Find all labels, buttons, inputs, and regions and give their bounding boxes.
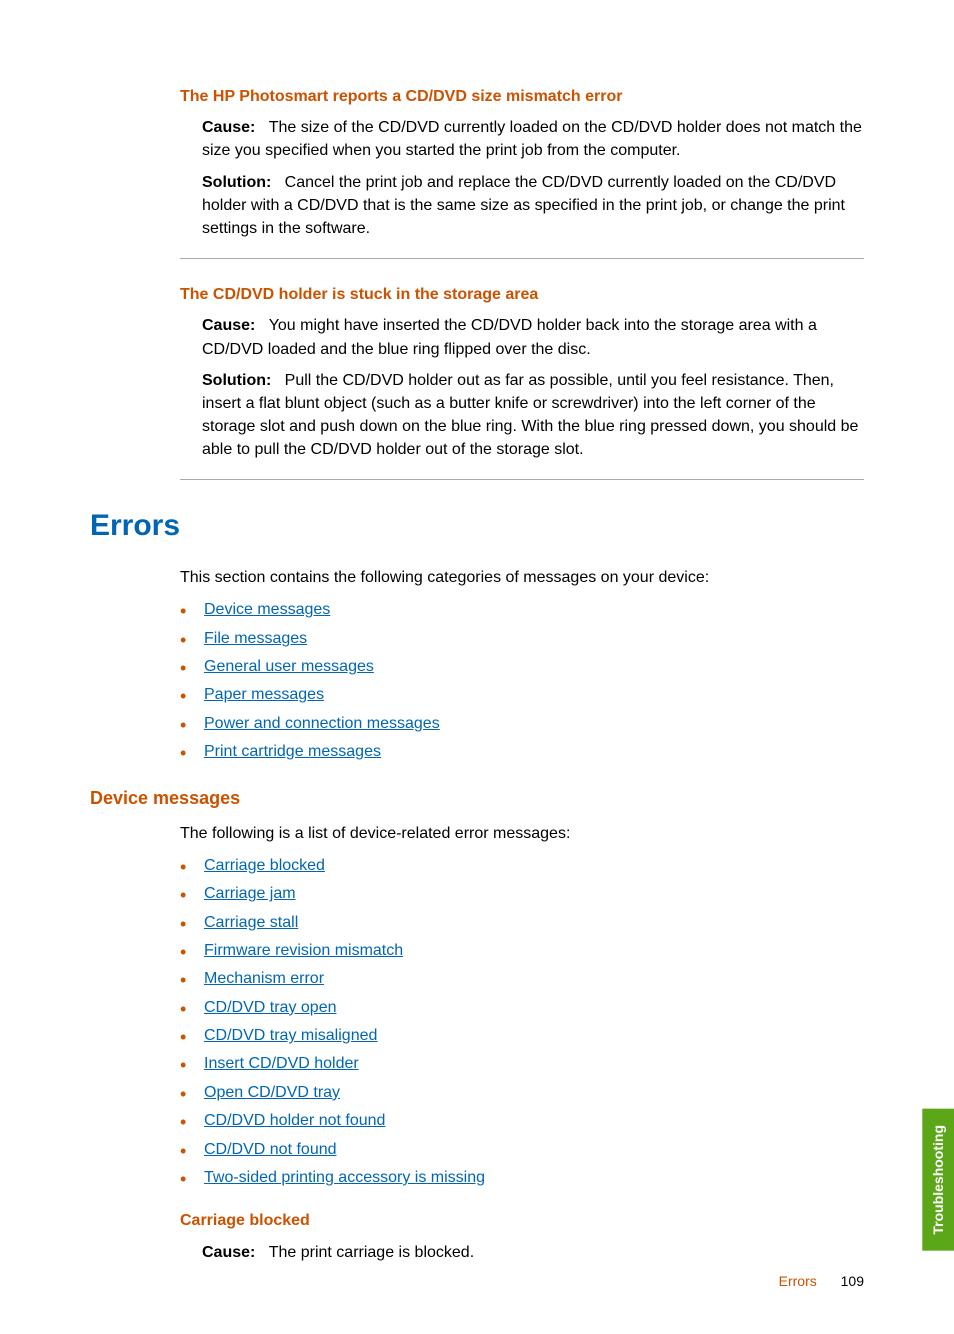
solution-text-2: Pull the CD/DVD holder out as far as pos… bbox=[202, 372, 858, 459]
solution-label: Solution: bbox=[202, 174, 271, 191]
link-carriage-jam[interactable]: Carriage jam bbox=[204, 885, 296, 902]
list-item: Two-sided printing accessory is missing bbox=[180, 1167, 864, 1189]
footer-page-number: 109 bbox=[841, 1273, 864, 1289]
cause-label-3: Cause: bbox=[202, 1244, 255, 1261]
link-print-cartridge-messages[interactable]: Print cartridge messages bbox=[204, 743, 381, 760]
link-paper-messages[interactable]: Paper messages bbox=[204, 686, 324, 703]
link-cddvd-holder-not-found[interactable]: CD/DVD holder not found bbox=[204, 1112, 385, 1129]
list-item: Carriage jam bbox=[180, 883, 864, 905]
heading-carriage-blocked: Carriage blocked bbox=[180, 1209, 864, 1232]
heading-device-messages: Device messages bbox=[90, 785, 864, 811]
solution-paragraph: Solution: Cancel the print job and repla… bbox=[202, 171, 864, 241]
cause-text-3: The print carriage is blocked. bbox=[269, 1244, 474, 1261]
list-item: Open CD/DVD tray bbox=[180, 1082, 864, 1104]
divider bbox=[180, 258, 864, 259]
divider-2 bbox=[180, 479, 864, 480]
link-two-sided-accessory-missing[interactable]: Two-sided printing accessory is missing bbox=[204, 1169, 485, 1186]
cause-paragraph-2: Cause: You might have inserted the CD/DV… bbox=[202, 314, 864, 360]
list-item: General user messages bbox=[180, 656, 864, 678]
list-item: CD/DVD not found bbox=[180, 1139, 864, 1161]
link-cddvd-tray-open[interactable]: CD/DVD tray open bbox=[204, 999, 337, 1016]
solution-text: Cancel the print job and replace the CD/… bbox=[202, 174, 845, 237]
side-tab-troubleshooting: Troubleshooting bbox=[922, 1109, 954, 1251]
cause-label: Cause: bbox=[202, 119, 255, 136]
list-item: Carriage stall bbox=[180, 912, 864, 934]
list-item: Mechanism error bbox=[180, 968, 864, 990]
link-device-messages[interactable]: Device messages bbox=[204, 601, 330, 618]
link-insert-cddvd-holder[interactable]: Insert CD/DVD holder bbox=[204, 1055, 359, 1072]
link-power-connection-messages[interactable]: Power and connection messages bbox=[204, 715, 440, 732]
list-item: File messages bbox=[180, 628, 864, 650]
list-item: CD/DVD tray open bbox=[180, 997, 864, 1019]
carriage-blocked-cause: Cause: The print carriage is blocked. bbox=[202, 1241, 864, 1264]
heading-holder-stuck: The CD/DVD holder is stuck in the storag… bbox=[180, 283, 864, 306]
list-item: Power and connection messages bbox=[180, 713, 864, 735]
device-messages-link-list: Carriage blocked Carriage jam Carriage s… bbox=[180, 855, 864, 1190]
list-item: CD/DVD tray misaligned bbox=[180, 1025, 864, 1047]
solution-paragraph-2: Solution: Pull the CD/DVD holder out as … bbox=[202, 369, 864, 462]
link-cddvd-not-found[interactable]: CD/DVD not found bbox=[204, 1141, 337, 1158]
list-item: Print cartridge messages bbox=[180, 741, 864, 763]
errors-intro: This section contains the following cate… bbox=[180, 566, 864, 589]
link-carriage-stall[interactable]: Carriage stall bbox=[204, 914, 298, 931]
footer-label: Errors bbox=[779, 1273, 817, 1289]
list-item: Paper messages bbox=[180, 684, 864, 706]
link-mechanism-error[interactable]: Mechanism error bbox=[204, 970, 324, 987]
solution-label-2: Solution: bbox=[202, 372, 271, 389]
list-item: Device messages bbox=[180, 599, 864, 621]
heading-errors: Errors bbox=[90, 504, 864, 548]
section-size-mismatch: The HP Photosmart reports a CD/DVD size … bbox=[180, 85, 864, 240]
list-item: Carriage blocked bbox=[180, 855, 864, 877]
link-firmware-revision-mismatch[interactable]: Firmware revision mismatch bbox=[204, 942, 403, 959]
list-item: CD/DVD holder not found bbox=[180, 1110, 864, 1132]
page-footer: Errors 109 bbox=[779, 1271, 864, 1291]
cause-label-2: Cause: bbox=[202, 317, 255, 334]
cause-text-2: You might have inserted the CD/DVD holde… bbox=[202, 317, 817, 357]
list-item: Insert CD/DVD holder bbox=[180, 1053, 864, 1075]
link-general-user-messages[interactable]: General user messages bbox=[204, 658, 374, 675]
device-messages-intro: The following is a list of device-relate… bbox=[180, 822, 864, 845]
link-file-messages[interactable]: File messages bbox=[204, 630, 307, 647]
link-cddvd-tray-misaligned[interactable]: CD/DVD tray misaligned bbox=[204, 1027, 377, 1044]
link-carriage-blocked[interactable]: Carriage blocked bbox=[204, 857, 325, 874]
errors-link-list: Device messages File messages General us… bbox=[180, 599, 864, 763]
list-item: Firmware revision mismatch bbox=[180, 940, 864, 962]
heading-size-mismatch: The HP Photosmart reports a CD/DVD size … bbox=[180, 85, 864, 108]
link-open-cddvd-tray[interactable]: Open CD/DVD tray bbox=[204, 1084, 340, 1101]
cause-paragraph: Cause: The size of the CD/DVD currently … bbox=[202, 116, 864, 162]
section-holder-stuck: The CD/DVD holder is stuck in the storag… bbox=[180, 283, 864, 461]
cause-text: The size of the CD/DVD currently loaded … bbox=[202, 119, 862, 159]
